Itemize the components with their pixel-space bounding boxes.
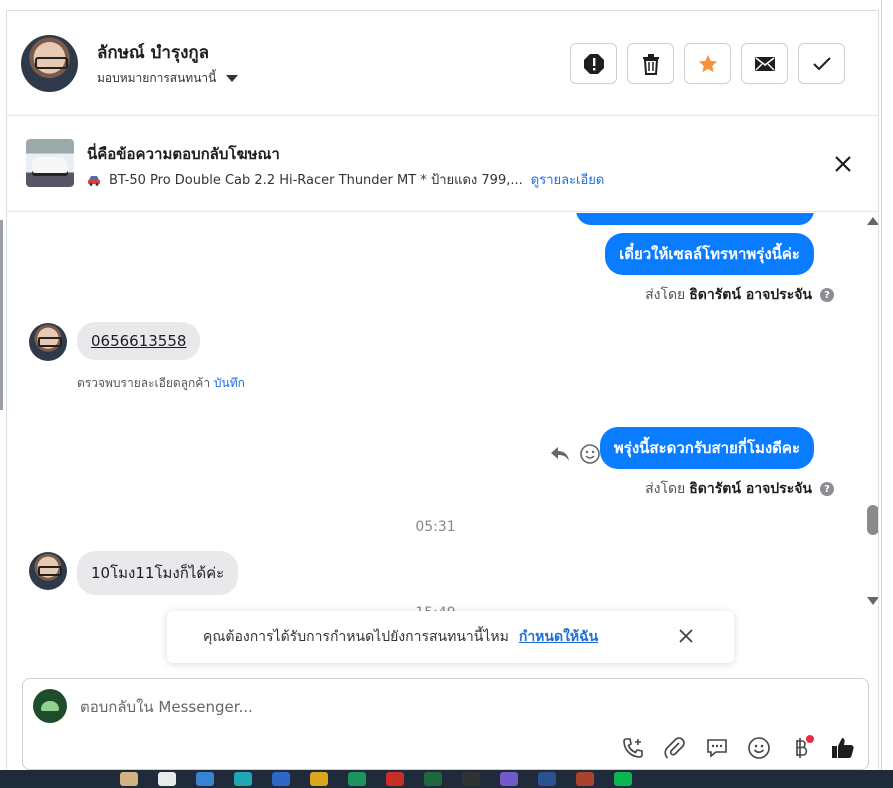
message-bubble-outgoing-partial <box>576 213 814 225</box>
ad-details-link[interactable]: ดูรายละเอียด <box>531 169 605 190</box>
customer-avatar[interactable] <box>21 35 78 92</box>
taskbar-app-icon[interactable] <box>614 772 632 786</box>
caret-down-icon <box>226 75 239 82</box>
star-button[interactable] <box>684 43 731 84</box>
emoji-button[interactable] <box>746 735 772 761</box>
payment-button[interactable] <box>788 735 814 761</box>
header-actions <box>570 43 845 84</box>
taskbar-app-icon[interactable] <box>348 772 366 786</box>
os-taskbar <box>0 770 893 788</box>
conversation-panel: ลักษณ์ บำรุงกูล มอบหมายการสนทนานี้ นี่คื… <box>6 10 879 770</box>
window-edge <box>881 0 882 770</box>
taskbar-app-icon[interactable] <box>462 772 480 786</box>
save-detail-link[interactable]: บันทึก <box>214 376 245 390</box>
help-icon[interactable]: ? <box>820 288 834 302</box>
conversation-header: ลักษณ์ บำรุงกูล มอบหมายการสนทนานี้ <box>7 11 878 116</box>
taskbar-app-icon[interactable] <box>158 772 176 786</box>
reply-input[interactable] <box>80 695 680 719</box>
composer-toolbar <box>620 735 856 761</box>
attach-icon <box>664 737 685 759</box>
reply-icon[interactable] <box>549 445 571 463</box>
taskbar-app-icon[interactable] <box>234 772 252 786</box>
taskbar-app-icon[interactable] <box>538 772 556 786</box>
emoji-icon <box>748 737 770 759</box>
react-emoji-icon[interactable] <box>579 443 601 465</box>
customer-avatar-small[interactable] <box>29 552 67 590</box>
message-bubble-outgoing[interactable]: เดี๋ยวให้เซลล์โทรหาพรุ่งนี้ค่ะ <box>605 233 814 275</box>
help-icon[interactable]: ? <box>820 482 834 496</box>
message-thread[interactable]: เดี๋ยวให้เซลล์โทรหาพรุ่งนี้ค่ะ ส่งโดย ธิ… <box>7 213 864 613</box>
thumbs-up-icon <box>832 738 854 758</box>
mark-unread-button[interactable] <box>741 43 788 84</box>
assign-prompt: คุณต้องการได้รับการกำหนดไปยังการสนทนานี้… <box>167 611 734 663</box>
call-button[interactable] <box>620 735 646 761</box>
sent-by-label: ส่งโดย ธิดารัตน์ อาจประจัน ? <box>645 284 834 306</box>
scrollbar-thumb[interactable] <box>867 505 878 535</box>
message-bubble-outgoing[interactable]: พรุ่งนี้สะดวกรับสายกี่โมงดีคะ <box>599 427 814 469</box>
agent-name: ธิดารัตน์ อาจประจัน <box>689 287 812 303</box>
scroll-up-arrow[interactable] <box>867 217 878 225</box>
ad-description: BT-50 Pro Double Cab 2.2 Hi-Racer Thunde… <box>109 173 523 188</box>
ad-description-row: BT-50 Pro Double Cab 2.2 Hi-Racer Thunde… <box>87 169 604 190</box>
notification-dot <box>806 735 814 743</box>
ad-thumbnail <box>26 139 74 187</box>
customer-avatar-small[interactable] <box>29 323 67 361</box>
assign-to-me-link[interactable]: กำหนดให้ฉัน <box>519 626 598 648</box>
mark-done-button[interactable] <box>798 43 845 84</box>
phone-number-link[interactable]: 0656613558 <box>91 332 186 350</box>
envelope-icon <box>754 56 775 71</box>
agent-name: ธิดารัตน์ อาจประจัน <box>689 481 812 497</box>
taskbar-app-icon[interactable] <box>120 772 138 786</box>
close-icon[interactable] <box>832 153 854 175</box>
star-icon <box>698 54 717 72</box>
left-edge-scroll <box>0 220 3 410</box>
page-avatar <box>33 689 67 723</box>
close-icon[interactable] <box>678 628 694 644</box>
assign-prompt-text: คุณต้องการได้รับการกำหนดไปยังการสนทนานี้… <box>203 629 509 645</box>
assign-dropdown[interactable]: มอบหมายการสนทนานี้ <box>97 69 239 88</box>
saved-reply-button[interactable] <box>704 735 730 761</box>
sent-by-prefix: ส่งโดย <box>645 287 686 303</box>
taskbar-app-icon[interactable] <box>272 772 290 786</box>
taskbar-app-icon[interactable] <box>500 772 518 786</box>
taskbar-app-icon[interactable] <box>196 772 214 786</box>
saved-reply-icon <box>707 739 727 758</box>
taskbar-app-icon[interactable] <box>424 772 442 786</box>
delete-button[interactable] <box>627 43 674 84</box>
sent-by-label: ส่งโดย ธิดารัตน์ อาจประจัน ? <box>645 478 834 500</box>
scroll-down-arrow[interactable] <box>867 597 878 605</box>
like-button[interactable] <box>830 735 856 761</box>
assign-label: มอบหมายการสนทนานี้ <box>97 71 217 85</box>
sent-by-prefix: ส่งโดย <box>645 481 686 497</box>
customer-detail-note: ตรวจพบรายละเอียดลูกค้า บันทึก <box>77 374 245 393</box>
ad-reply-title: นี่คือข้อความตอบกลับโฆษณา <box>87 145 280 163</box>
taskbar-app-icon[interactable] <box>576 772 594 786</box>
check-icon <box>812 56 831 70</box>
time-separator: 05:31 <box>415 519 456 535</box>
message-hover-actions <box>549 443 601 465</box>
reply-composer <box>22 678 869 770</box>
message-bubble-incoming[interactable]: 0656613558 <box>77 322 201 360</box>
ad-reply-context: นี่คือข้อความตอบกลับโฆษณา BT-50 Pro Doub… <box>7 117 878 212</box>
report-icon <box>583 53 604 74</box>
message-bubble-incoming[interactable]: 10โมง11โมงก็ได้ค่ะ <box>77 551 239 595</box>
attach-button[interactable] <box>662 735 688 761</box>
report-button[interactable] <box>570 43 617 84</box>
customer-name[interactable]: ลักษณ์ บำรุงกูล <box>97 39 209 66</box>
taskbar-app-icon[interactable] <box>386 772 404 786</box>
car-icon <box>88 175 100 186</box>
call-icon <box>623 738 643 758</box>
trash-icon <box>642 53 659 75</box>
taskbar-app-icon[interactable] <box>310 772 328 786</box>
note-text: ตรวจพบรายละเอียดลูกค้า <box>77 376 211 390</box>
